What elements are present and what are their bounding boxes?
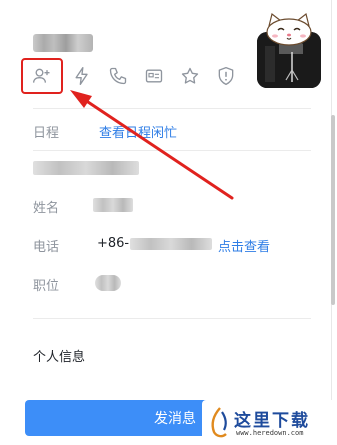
report-button[interactable]	[211, 62, 241, 90]
schedule-row: 日程 查看日程闲忙	[33, 122, 177, 141]
phone-prefix: +86-	[97, 236, 130, 251]
department-row	[33, 160, 139, 175]
user-name-blurred	[33, 34, 93, 52]
watermark-url: www.heredown.com	[236, 429, 304, 437]
details-divider	[33, 318, 311, 319]
watermark: 这里下载 www.heredown.com	[202, 400, 334, 445]
add-contact-button[interactable]	[21, 58, 63, 94]
quick-action-button[interactable]	[67, 62, 97, 90]
name-row: 姓名	[33, 197, 133, 216]
lightning-icon	[75, 67, 88, 86]
favorite-button[interactable]	[175, 62, 205, 90]
phone-label: 电话	[33, 240, 60, 255]
scrollbar[interactable]	[331, 115, 335, 305]
position-row: 职位	[33, 275, 121, 294]
avatar[interactable]	[257, 12, 321, 88]
schedule-divider	[33, 150, 311, 151]
schedule-label: 日程	[33, 126, 60, 141]
phone-number-blurred	[130, 238, 212, 250]
phone-icon	[109, 67, 127, 85]
name-value-blurred	[93, 198, 133, 212]
watermark-text: 这里下载	[234, 411, 310, 431]
position-label: 职位	[33, 279, 60, 294]
name-label: 姓名	[33, 201, 60, 216]
lucky-cat-sticker	[266, 12, 312, 46]
profile-card: 日程 查看日程闲忙 姓名 电话 +86- 点击查看 职位 个人信息	[3, 0, 332, 445]
department-blurred	[33, 160, 139, 175]
call-button[interactable]	[103, 62, 133, 90]
shield-alert-icon	[218, 67, 234, 86]
header-divider	[33, 108, 311, 109]
position-value-blurred	[95, 275, 121, 291]
personal-info-title: 个人信息	[33, 350, 86, 365]
phone-row: 电话 +86- 点击查看	[33, 236, 270, 255]
star-icon	[181, 67, 199, 84]
watermark-logo-icon	[211, 407, 227, 438]
reveal-phone-link[interactable]: 点击查看	[218, 236, 270, 255]
add-contact-icon	[33, 68, 50, 83]
id-card-icon	[145, 69, 163, 83]
view-schedule-link[interactable]: 查看日程闲忙	[99, 122, 177, 141]
business-card-button[interactable]	[139, 62, 169, 90]
